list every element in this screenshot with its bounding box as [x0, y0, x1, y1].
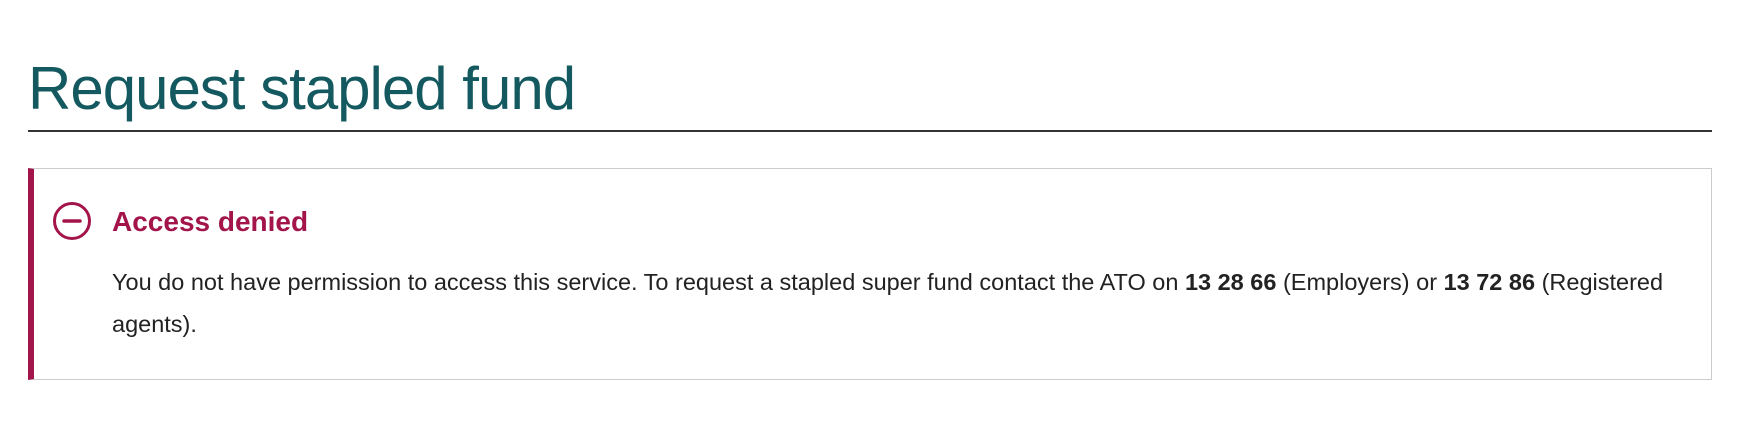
- alert-message-text: (Employers) or: [1276, 269, 1444, 295]
- access-denied-alert: Access denied You do not have permission…: [28, 168, 1712, 380]
- minus-circle-icon: [52, 201, 92, 241]
- alert-message-text: You do not have permission to access thi…: [112, 269, 1185, 295]
- title-divider: [28, 130, 1712, 132]
- employers-phone-number: 13 28 66: [1184, 269, 1277, 295]
- alert-message: You do not have permission to access thi…: [112, 261, 1702, 345]
- page-title: Request stapled fund: [28, 55, 576, 122]
- agents-phone-number: 13 72 86: [1443, 269, 1536, 295]
- alert-heading: Access denied: [112, 206, 309, 237]
